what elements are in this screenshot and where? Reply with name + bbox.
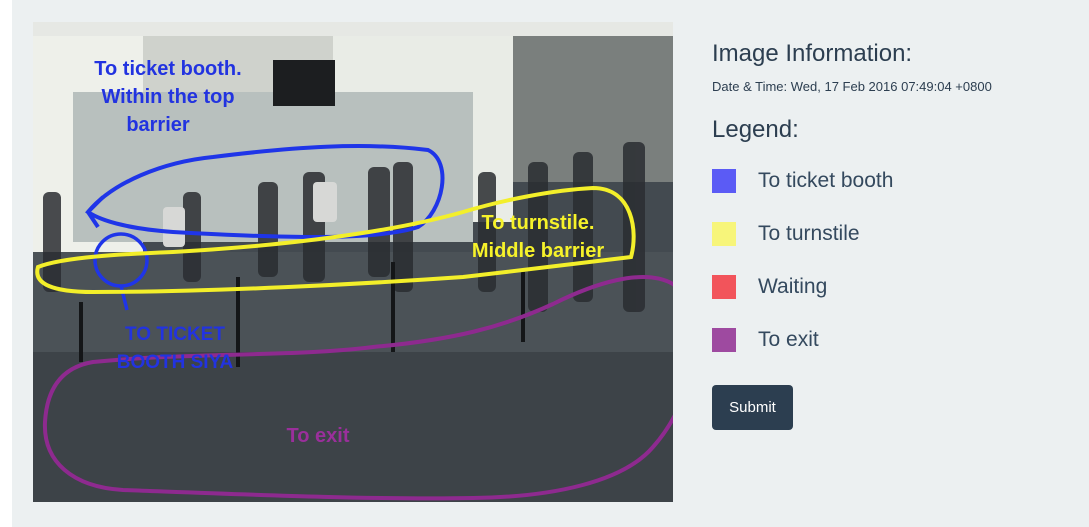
note-ticket-booth-line1: To ticket booth. (94, 58, 241, 80)
legend-swatch-yellow (712, 221, 736, 246)
note-ticket-booth-line2: Within the top (101, 86, 234, 108)
legend-swatch-blue (712, 168, 736, 193)
legend-label: To ticket booth (758, 168, 894, 192)
legend-label: Waiting (758, 274, 828, 298)
date-time-text: Date & Time: Wed, 17 Feb 2016 07:49:04 +… (712, 79, 992, 94)
image-info-title: Image Information: (712, 40, 913, 67)
legend-label: To turnstile (758, 221, 860, 245)
note-turnstile-line1: To turnstile. (482, 212, 595, 234)
legend-list: To ticket booth To turnstile Waiting To … (712, 154, 1082, 366)
legend-item-to-turnstile[interactable]: To turnstile (712, 207, 1082, 260)
legend-item-to-exit[interactable]: To exit (712, 313, 1082, 366)
cctv-image[interactable]: To ticket booth. Within the top barrier … (33, 22, 673, 502)
legend-swatch-red (712, 274, 736, 299)
note-ticket-booth-line3: barrier (126, 114, 190, 136)
legend-swatch-purple (712, 327, 736, 352)
legend-title: Legend: (712, 116, 799, 143)
note-turnstile-line2: Middle barrier (472, 240, 604, 262)
note-booth-siya-line2: BOOTH SIYA (117, 352, 234, 373)
image-info-panel: Image Information: Date & Time: Wed, 17 … (712, 40, 1082, 366)
legend-label: To exit (758, 327, 819, 351)
annotated-station-photo: To ticket booth. Within the top barrier … (33, 22, 673, 502)
submit-button[interactable]: Submit (712, 385, 793, 430)
legend-item-to-ticket-booth[interactable]: To ticket booth (712, 154, 1082, 207)
note-exit: To exit (287, 425, 350, 447)
legend-item-waiting[interactable]: Waiting (712, 260, 1082, 313)
note-booth-siya-line1: TO TICKET (125, 324, 225, 345)
